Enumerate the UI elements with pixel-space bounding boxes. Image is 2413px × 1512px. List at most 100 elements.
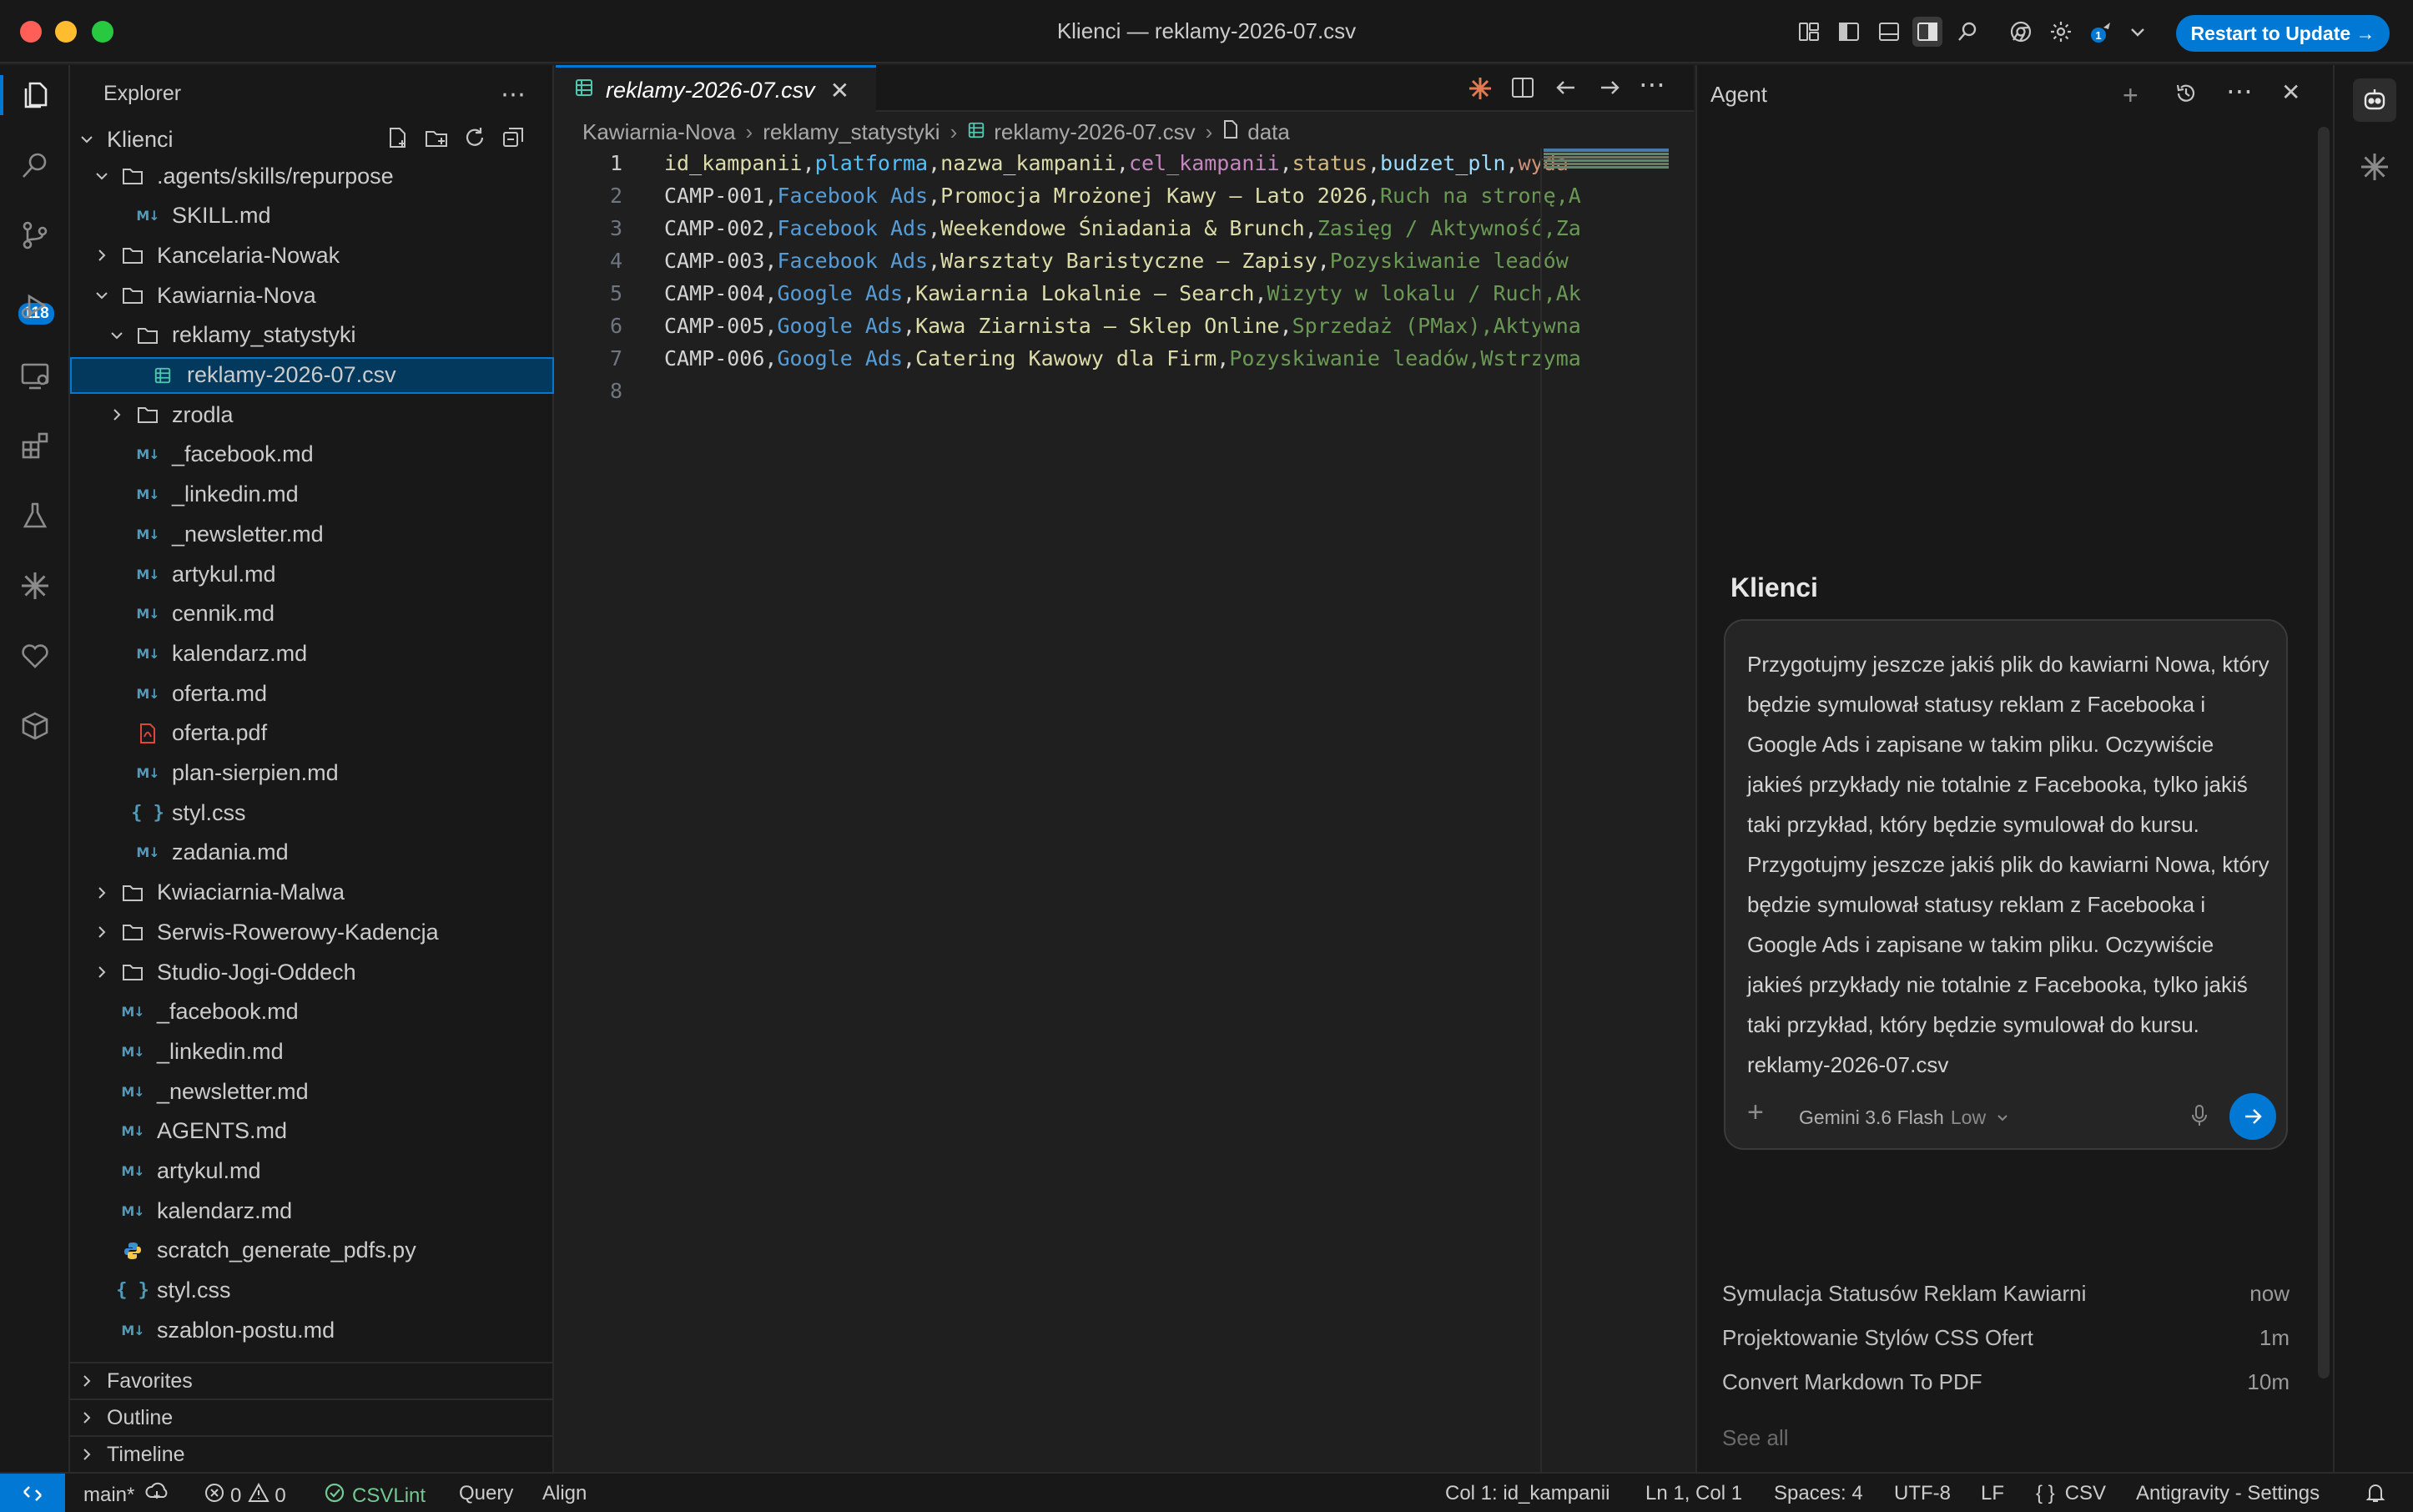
tree-folder[interactable]: Kawiarnia-Nova [70,277,554,314]
source-control-icon[interactable] [15,215,55,255]
timeline-pane[interactable]: Timeline [70,1435,554,1472]
tree-folder[interactable]: Kancelaria-Nowak [70,237,554,274]
tree-file[interactable]: M↓ _newsletter.md [70,1073,554,1110]
tree-file[interactable]: M↓ AGENTS.md [70,1113,554,1150]
extensions-icon[interactable] [15,426,55,466]
tree-file[interactable]: M↓ oferta.md [70,675,554,712]
tree-folder[interactable]: .agents/skills/repurpose [70,158,554,194]
see-all-link[interactable]: See all [1722,1425,1789,1451]
cursor-position[interactable]: Ln 1, Col 1 [1645,1482,1742,1505]
tree-file[interactable]: M↓ _facebook.md [70,994,554,1031]
new-file-icon[interactable] [385,125,411,154]
tree-file[interactable]: { } styl.css [70,1273,554,1309]
conversation-item[interactable]: Projektowanie Stylów CSS Ofert 1m [1722,1319,2290,1356]
code-line[interactable]: CAMP-002,Facebook Ads,Weekendowe Śniadan… [664,214,1581,244]
tree-file[interactable]: M↓ SKILL.md [70,198,554,234]
branch-status[interactable]: main* [83,1482,169,1508]
tree-file[interactable]: M↓ kalendarz.md [70,635,554,672]
conversation-item[interactable]: Symulacja Statusów Reklam Kawiarni now [1722,1275,2290,1312]
agent-sparkle-icon[interactable] [2358,150,2391,188]
encoding-status[interactable]: UTF-8 [1894,1482,1951,1505]
search-icon[interactable] [1952,17,1982,47]
settings-status[interactable]: Antigravity - Settings [2136,1482,2320,1505]
refresh-icon[interactable] [462,125,487,154]
tree-file[interactable]: M↓ cennik.md [70,596,554,633]
tree-folder[interactable]: Serwis-Rowerowy-Kadencja [70,914,554,950]
tree-folder[interactable]: zrodla [70,396,554,433]
send-button[interactable] [2229,1093,2276,1140]
history-icon[interactable] [2174,82,2198,109]
new-folder-icon[interactable] [424,125,449,154]
chrome-icon[interactable] [2006,17,2036,47]
csvlint-status[interactable]: CSVLint [324,1482,426,1509]
close-tab-icon[interactable]: ✕ [830,77,849,104]
run-debug-icon[interactable] [15,285,55,325]
tree-file[interactable]: reklamy-2026-07.csv [70,356,554,394]
microphone-icon[interactable] [2189,1103,2209,1132]
toggle-secondary-sidebar-icon[interactable] [1912,17,1942,47]
tab-reklamy-csv[interactable]: reklamy-2026-07.csv ✕ [556,65,876,113]
code-line[interactable]: id_kampanii,platforma,nazwa_kampanii,cel… [664,149,1569,179]
favorites-pane[interactable]: Favorites [70,1362,554,1399]
code-content[interactable]: id_kampanii,platforma,nazwa_kampanii,cel… [664,149,1645,399]
code-line[interactable]: CAMP-003,Facebook Ads,Warsztaty Baristyc… [664,246,1569,276]
breadcrumb-item[interactable]: reklamy-2026-07.csv [994,119,1195,145]
agent-sparkle-icon[interactable] [1467,75,1494,106]
toggle-panel-icon[interactable] [1874,17,1904,47]
breadcrumb-item[interactable]: reklamy_statystyki [763,119,940,145]
code-line[interactable]: CAMP-001,Facebook Ads,Promocja Mrożonej … [664,181,1581,211]
column-status[interactable]: Col 1: id_kampanii [1445,1482,1610,1505]
collapse-all-icon[interactable] [501,125,526,154]
restart-to-update-button[interactable]: Restart to Update → [2176,15,2390,52]
tree-file[interactable]: M↓ _facebook.md [70,436,554,473]
customize-layout-icon[interactable] [1794,17,1824,47]
code-line[interactable]: CAMP-004,Google Ads,Kawiarnia Lokalnie –… [664,279,1581,309]
gear-icon[interactable] [2046,17,2076,47]
heart-icon[interactable] [15,636,55,676]
notifications-bell-icon[interactable] [2365,1482,2386,1504]
tree-file[interactable]: M↓ artykul.md [70,556,554,592]
agent-scrollbar[interactable] [2318,127,2330,1378]
eol-status[interactable]: LF [1981,1482,2004,1505]
tree-file[interactable]: M↓ zadania.md [70,834,554,871]
tree-file[interactable]: M↓ plan-sierpien.md [70,755,554,792]
tree-file[interactable]: M↓ artykul.md [70,1153,554,1190]
problems-status[interactable]: 0 0 [204,1482,286,1509]
breadcrumb-item[interactable]: Kawiarnia-Nova [582,119,736,145]
code-line[interactable]: CAMP-006,Google Ads,Catering Kawowy dla … [664,344,1581,374]
model-selector[interactable]: Gemini 3.6 Flash Low [1799,1106,2009,1129]
account-update-icon[interactable]: 1 [2086,17,2116,47]
indentation-status[interactable]: Spaces: 4 [1774,1482,1863,1505]
code-line[interactable]: CAMP-005,Google Ads,Kawa Ziarnista – Skl… [664,311,1581,341]
tree-file[interactable]: scratch_generate_pdfs.py [70,1232,554,1269]
remote-indicator[interactable] [0,1474,65,1512]
language-status[interactable]: { } CSV [2036,1482,2106,1505]
outline-pane[interactable]: Outline [70,1399,554,1435]
tree-folder[interactable]: Studio-Jogi-Oddech [70,954,554,990]
conversation-item[interactable]: Convert Markdown To PDF 10m [1722,1363,2290,1400]
tree-file[interactable]: M↓ _newsletter.md [70,516,554,552]
close-icon[interactable]: ✕ [2281,78,2300,106]
explorer-icon[interactable] [0,75,55,115]
arrow-right-icon[interactable] [1597,75,1622,104]
add-context-icon[interactable]: + [1747,1096,1764,1129]
minimap[interactable] [1544,149,1674,170]
agent-sparkle-icon[interactable] [15,566,55,606]
more-actions-icon[interactable]: ⋯ [2226,75,2253,107]
more-actions-icon[interactable]: ⋯ [1639,68,1665,100]
tree-file[interactable]: { } styl.css [70,794,554,831]
package-icon[interactable] [15,706,55,746]
search-icon[interactable] [15,145,55,185]
toggle-primary-sidebar-icon[interactable] [1834,17,1864,47]
agent-robot-icon[interactable] [2353,78,2396,122]
new-chat-icon[interactable]: + [2123,80,2138,111]
split-editor-icon[interactable] [1510,75,1535,104]
chat-message-text[interactable]: Przygotujmy jeszcze jakiś plik do kawiar… [1747,644,2273,1085]
query-status[interactable]: Query [459,1482,513,1505]
more-actions-icon[interactable]: ⋯ [501,80,526,109]
tree-file[interactable]: oferta.pdf [70,715,554,752]
chat-input-box[interactable]: Przygotujmy jeszcze jakiś plik do kawiar… [1724,619,2288,1150]
remote-explorer-icon[interactable] [15,355,55,396]
align-status[interactable]: Align [542,1482,587,1505]
tree-file[interactable]: M↓ kalendarz.md [70,1192,554,1229]
